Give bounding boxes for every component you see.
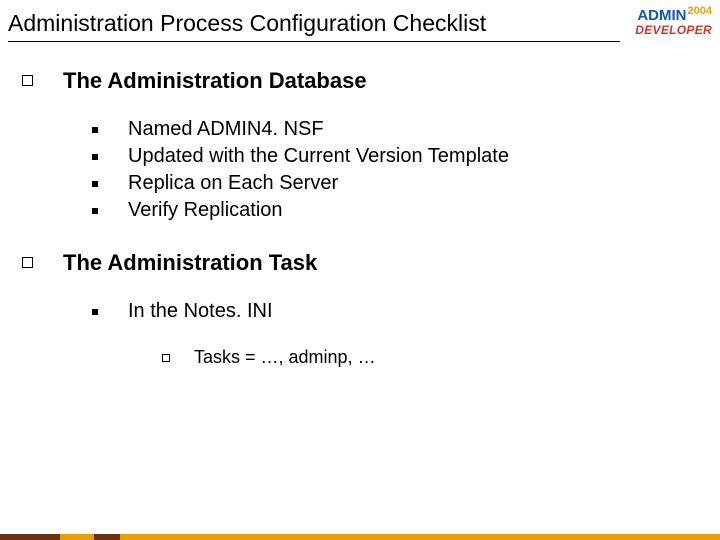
slide-title: Administration Process Configuration Che…: [8, 6, 635, 37]
filled-square-icon: [92, 154, 98, 160]
logo-developer-text: DEVELOPER: [635, 24, 712, 37]
list-item-text: Replica on Each Server: [128, 172, 338, 195]
list-item-text: Updated with the Current Version Templat…: [128, 145, 509, 168]
hollow-square-icon: [22, 257, 33, 268]
section-subitems: Tasks = …, adminp, …: [162, 347, 700, 368]
logo-top: ADMIN2004: [635, 8, 712, 24]
filled-square-icon: [92, 127, 98, 133]
list-subitem-text: Tasks = …, adminp, …: [194, 347, 376, 368]
title-row: Administration Process Configuration Che…: [0, 0, 720, 37]
filled-square-icon: [92, 309, 98, 315]
logo: ADMIN2004 DEVELOPER: [635, 6, 716, 36]
footer-seg: [60, 534, 94, 540]
logo-year-text: 2004: [688, 5, 712, 17]
list-item-text: In the Notes. INI: [128, 300, 273, 323]
footer-seg: [0, 534, 60, 540]
list-item: Replica on Each Server: [92, 172, 700, 195]
section-heading-text: The Administration Database: [63, 68, 367, 94]
section-heading: The Administration Task: [22, 250, 700, 276]
list-item: Named ADMIN4. NSF: [92, 118, 700, 141]
list-item-text: Verify Replication: [128, 199, 283, 222]
logo-admin-text: ADMIN: [637, 7, 686, 24]
hollow-small-square-icon: [162, 354, 170, 362]
list-subitem: Tasks = …, adminp, …: [162, 347, 700, 368]
hollow-square-icon: [22, 75, 33, 86]
filled-square-icon: [92, 208, 98, 214]
section-heading: The Administration Database: [22, 68, 700, 94]
footer-seg: [120, 534, 720, 540]
section-heading-text: The Administration Task: [63, 250, 317, 276]
filled-square-icon: [92, 181, 98, 187]
list-item-text: Named ADMIN4. NSF: [128, 118, 324, 141]
section-items: In the Notes. INI: [92, 300, 700, 323]
slide: Administration Process Configuration Che…: [0, 0, 720, 540]
footer-stripe: [0, 534, 720, 540]
section-items: Named ADMIN4. NSF Updated with the Curre…: [92, 118, 700, 222]
content: The Administration Database Named ADMIN4…: [0, 42, 720, 368]
list-item: In the Notes. INI: [92, 300, 700, 323]
footer-seg: [94, 534, 120, 540]
list-item: Verify Replication: [92, 199, 700, 222]
list-item: Updated with the Current Version Templat…: [92, 145, 700, 168]
